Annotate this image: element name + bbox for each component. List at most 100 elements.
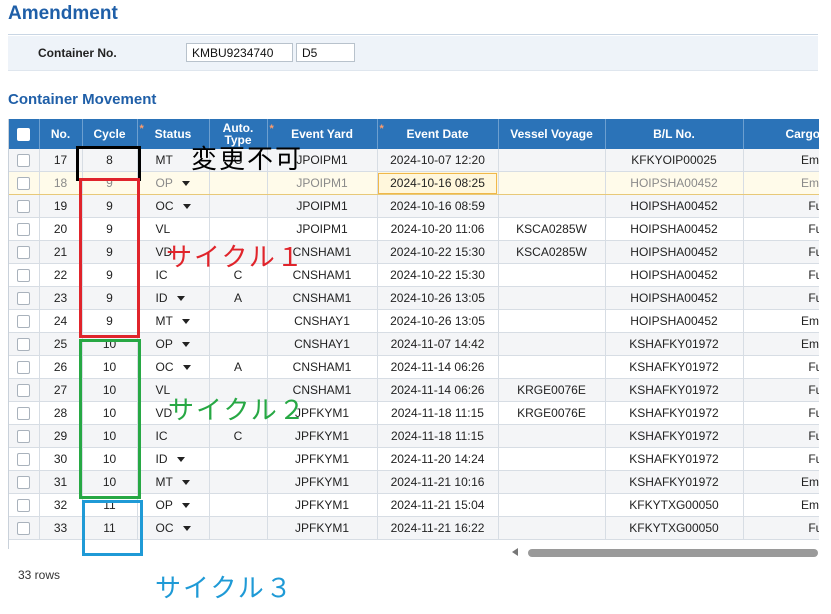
bl-no-cell[interactable]: HOIPSHA00452 <box>605 286 744 310</box>
vessel-voyage-cell[interactable] <box>498 149 606 172</box>
row-checkbox[interactable] <box>17 177 31 191</box>
row-select-cell[interactable] <box>9 470 40 494</box>
row-select-cell[interactable] <box>9 171 40 195</box>
row-checkbox[interactable] <box>17 154 31 168</box>
select-all-header[interactable] <box>9 119 40 149</box>
col-header-cargo-type[interactable]: Cargo Type <box>743 119 819 149</box>
container-number-field[interactable] <box>186 43 293 62</box>
event-date-cell[interactable]: 2024-11-20 14:24 <box>377 447 499 471</box>
cargo-type-cell[interactable]: Empty <box>743 149 819 172</box>
bl-no-cell[interactable]: HOIPSHA00452 <box>605 309 744 333</box>
bl-no-cell[interactable]: KSHAFKY01972 <box>605 424 744 448</box>
cargo-type-cell[interactable]: Empty <box>743 171 819 195</box>
vessel-voyage-cell[interactable] <box>498 493 606 517</box>
event-date-cell[interactable]: 2024-11-21 10:16 <box>377 470 499 494</box>
row-select-cell[interactable] <box>9 309 40 333</box>
col-header-event-date[interactable]: * Event Date <box>377 119 499 149</box>
row-checkbox[interactable] <box>17 430 31 444</box>
chevron-down-icon[interactable] <box>176 296 185 302</box>
event-yard-cell[interactable]: CNSHAY1 <box>267 309 378 333</box>
row-select-cell[interactable] <box>9 240 40 264</box>
bl-no-cell[interactable]: HOIPSHA00452 <box>605 194 744 218</box>
vessel-voyage-cell[interactable]: KRGE0076E <box>498 378 606 402</box>
chevron-down-icon[interactable] <box>181 503 190 509</box>
event-date-cell[interactable]: 2024-10-16 08:25 <box>377 171 499 195</box>
status-cell[interactable]: OP <box>137 493 210 517</box>
row-checkbox[interactable] <box>17 361 31 375</box>
status-cell[interactable]: OC <box>137 516 210 540</box>
row-checkbox[interactable] <box>17 522 31 536</box>
row-select-cell[interactable] <box>9 149 40 172</box>
row-checkbox[interactable] <box>17 246 31 260</box>
event-yard-cell[interactable]: JPFKYM1 <box>267 493 378 517</box>
row-checkbox[interactable] <box>17 476 31 490</box>
row-checkbox[interactable] <box>17 200 31 214</box>
vessel-voyage-cell[interactable] <box>498 309 606 333</box>
cargo-type-cell[interactable]: Full <box>743 194 819 218</box>
cargo-type-cell[interactable]: Full <box>743 378 819 402</box>
scrollbar-thumb[interactable] <box>528 549 818 557</box>
status-cell[interactable]: MT <box>137 470 210 494</box>
vessel-voyage-cell[interactable] <box>498 516 606 540</box>
vessel-voyage-cell[interactable] <box>498 424 606 448</box>
event-date-cell[interactable]: 2024-11-18 11:15 <box>377 424 499 448</box>
chevron-down-icon[interactable] <box>182 365 191 371</box>
chevron-down-icon[interactable] <box>176 457 185 463</box>
event-yard-cell[interactable]: JPFKYM1 <box>267 447 378 471</box>
cargo-type-cell[interactable]: Full <box>743 286 819 310</box>
row-checkbox[interactable] <box>17 499 31 513</box>
row-checkbox[interactable] <box>17 315 31 329</box>
row-select-cell[interactable] <box>9 493 40 517</box>
row-select-cell[interactable] <box>9 401 40 425</box>
event-date-cell[interactable]: 2024-11-14 06:26 <box>377 378 499 402</box>
event-yard-cell[interactable]: CNSHAM1 <box>267 355 378 379</box>
status-cell[interactable]: OC <box>137 194 210 218</box>
vessel-voyage-cell[interactable] <box>498 194 606 218</box>
vessel-voyage-cell[interactable] <box>498 332 606 356</box>
chevron-down-icon[interactable] <box>181 319 190 325</box>
vessel-voyage-cell[interactable] <box>498 263 606 287</box>
event-date-cell[interactable]: 2024-11-21 15:04 <box>377 493 499 517</box>
chevron-down-icon[interactable] <box>181 480 190 486</box>
cargo-type-cell[interactable]: Full <box>743 401 819 425</box>
bl-no-cell[interactable]: HOIPSHA00452 <box>605 263 744 287</box>
select-all-checkbox[interactable] <box>17 127 31 141</box>
vessel-voyage-cell[interactable]: KRGE0076E <box>498 401 606 425</box>
bl-no-cell[interactable]: KSHAFKY01972 <box>605 401 744 425</box>
cargo-type-cell[interactable]: Full <box>743 516 819 540</box>
event-yard-cell[interactable]: CNSHAM1 <box>267 286 378 310</box>
row-select-cell[interactable] <box>9 332 40 356</box>
event-yard-cell[interactable]: JPFKYM1 <box>267 424 378 448</box>
cargo-type-cell[interactable]: Empty <box>743 493 819 517</box>
cargo-type-cell[interactable]: Full <box>743 240 819 264</box>
row-select-cell[interactable] <box>9 378 40 402</box>
bl-no-cell[interactable]: HOIPSHA00452 <box>605 171 744 195</box>
row-select-cell[interactable] <box>9 286 40 310</box>
row-checkbox[interactable] <box>17 453 31 467</box>
bl-no-cell[interactable]: HOIPSHA00452 <box>605 217 744 241</box>
status-cell[interactable]: ID <box>137 286 210 310</box>
row-select-cell[interactable] <box>9 447 40 471</box>
row-checkbox[interactable] <box>17 269 31 283</box>
col-header-no[interactable]: No. <box>39 119 83 149</box>
col-header-bl-no[interactable]: B/L No. <box>605 119 744 149</box>
event-date-cell[interactable]: 2024-10-20 11:06 <box>377 217 499 241</box>
bl-no-cell[interactable]: HOIPSHA00452 <box>605 240 744 264</box>
bl-no-cell[interactable]: KSHAFKY01972 <box>605 378 744 402</box>
bl-no-cell[interactable]: KFKYTXG00050 <box>605 493 744 517</box>
vessel-voyage-cell[interactable] <box>498 286 606 310</box>
event-yard-cell[interactable]: JPFKYM1 <box>267 470 378 494</box>
event-date-cell[interactable]: 2024-10-26 13:05 <box>377 286 499 310</box>
bl-no-cell[interactable]: KSHAFKY01972 <box>605 447 744 471</box>
chevron-down-icon[interactable] <box>182 526 191 532</box>
row-checkbox[interactable] <box>17 338 31 352</box>
event-yard-cell[interactable]: JPOIPM1 <box>267 194 378 218</box>
col-header-cycle[interactable]: Cycle <box>82 119 138 149</box>
row-select-cell[interactable] <box>9 263 40 287</box>
cargo-type-cell[interactable]: Empty <box>743 309 819 333</box>
status-cell[interactable]: IC <box>137 424 210 448</box>
vessel-voyage-cell[interactable]: KSCA0285W <box>498 240 606 264</box>
cargo-type-cell[interactable]: Empty <box>743 470 819 494</box>
row-select-cell[interactable] <box>9 516 40 540</box>
row-checkbox[interactable] <box>17 384 31 398</box>
